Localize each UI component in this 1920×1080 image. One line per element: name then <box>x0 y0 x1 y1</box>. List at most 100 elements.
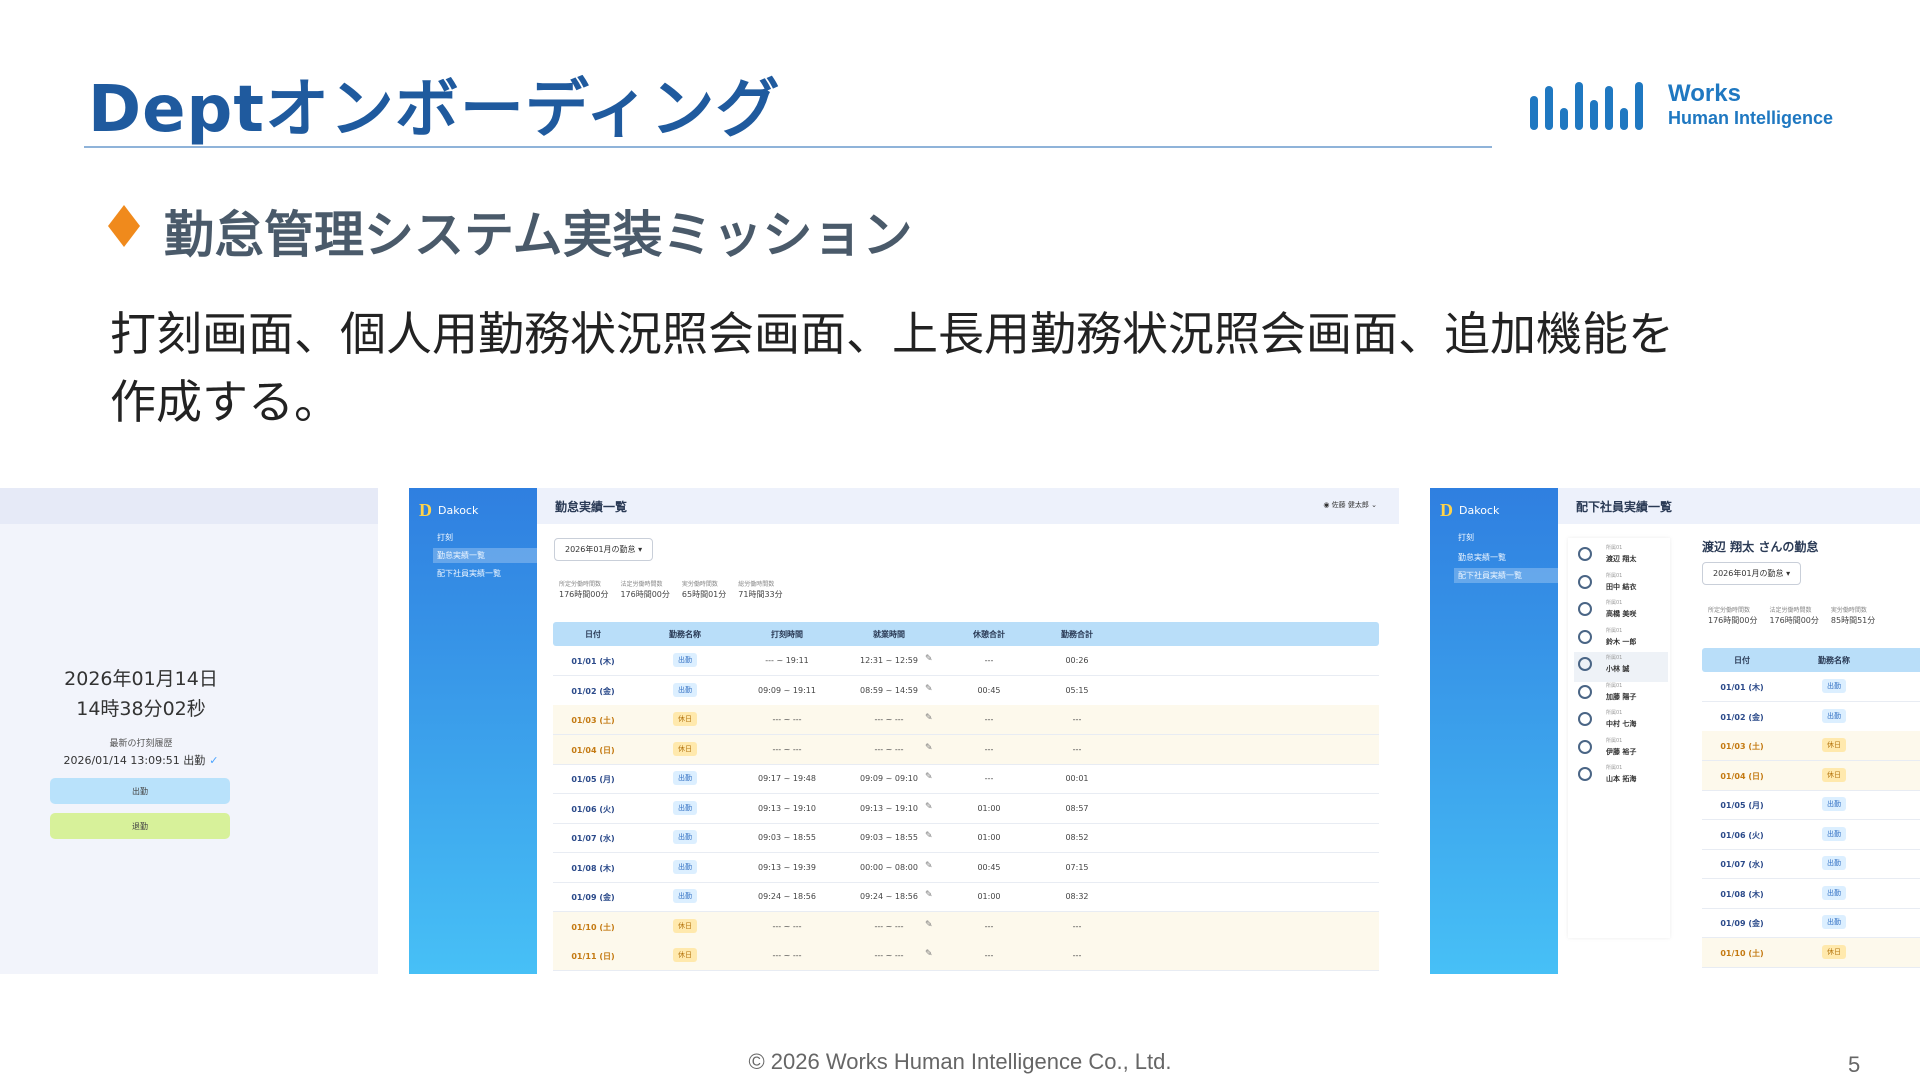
pencil-icon[interactable]: ✎ <box>925 802 933 812</box>
person-icon <box>1578 712 1592 726</box>
stat-value: 176時間00分 <box>620 590 670 599</box>
stat-item: 総労働時間数 71時間33分 <box>738 580 782 600</box>
employee-item[interactable]: 所属01 伊藤 裕子 <box>1574 735 1668 765</box>
work-total-cell: --- <box>1072 921 1082 931</box>
month-select[interactable]: 2026年01月の勤怠 ▾ <box>1702 562 1802 585</box>
month-select-value: 2026年01月の勤怠 <box>1713 569 1784 578</box>
table-row: 01/03 (土) 休日 --- ~ --- --- ~ --- ✎ --- --- <box>553 705 1379 735</box>
caret-down-icon: ▾ <box>638 545 643 554</box>
employee-list: 所属01 渡辺 翔太 所属01 田中 結衣 所属01 高橋 美咲 所属01 鈴木 一郎 所属01… <box>1568 538 1670 938</box>
pencil-icon[interactable]: ✎ <box>925 743 933 753</box>
stat-label: 総労働時間数 <box>738 581 775 588</box>
work-type-badge: 出勤 <box>1822 797 1846 811</box>
pencil-icon[interactable]: ✎ <box>925 713 933 723</box>
employee-name: 鈴木 一郎 <box>1606 637 1637 646</box>
break-total-cell: 01:00 <box>977 892 1001 901</box>
break-total-cell: --- <box>984 744 994 754</box>
punch-time-cell: --- ~ 19:11 <box>765 656 809 665</box>
employee-name: 山本 拓海 <box>1606 775 1637 783</box>
current-date: 2026年01月14日 <box>64 668 218 690</box>
work-time-cell: --- ~ --- <box>874 744 904 754</box>
nav-item-punch[interactable]: 打刻 <box>437 532 453 543</box>
table-row: 01/09 (金) 出勤 <box>1702 908 1920 938</box>
pencil-icon[interactable]: ✎ <box>925 949 933 959</box>
employee-dept: 所属01 <box>1606 710 1623 716</box>
employee-name: 伊藤 裕子 <box>1606 747 1637 756</box>
pencil-icon[interactable]: ✎ <box>925 890 933 900</box>
break-total-cell: 01:00 <box>977 803 1001 813</box>
work-type-badge: 出勤 <box>1822 885 1846 900</box>
description-line-1: 打刻画面、個人用勤務状況照会画面、上長用勤務状況照会画面、追加機能を <box>110 307 1674 361</box>
punch-time-cell: --- ~ --- <box>772 715 802 724</box>
nav-item-subordinates[interactable]: 配下社員実績一覧 <box>1454 568 1560 583</box>
pencil-icon[interactable]: ✎ <box>925 920 933 930</box>
work-type-badge: 出勤 <box>1822 708 1846 723</box>
caret-down-icon: ▾ <box>1786 569 1791 578</box>
nav-item-punch[interactable]: 打刻 <box>1458 532 1474 543</box>
employee-item[interactable]: 所属01 高橋 美咲 <box>1574 597 1668 627</box>
column-header: 勤務名称 <box>1818 656 1850 665</box>
table-row: 01/09 (金) 出勤 09:24 ~ 18:56 09:24 ~ 18:56 ✎ 01… <box>553 882 1379 912</box>
table-header: 日付 勤務名称 打刻時間 就業時間 休憩合計 勤務合計 <box>553 622 1379 646</box>
break-total-cell: --- <box>984 951 994 960</box>
pencil-icon[interactable]: ✎ <box>925 654 933 664</box>
work-total-cell: --- <box>1072 715 1082 724</box>
page-number: 5 <box>1848 1052 1861 1077</box>
nav-item-attendance[interactable]: 勤怠実績一覧 <box>1458 552 1506 563</box>
copyright: © 2026 Works Human Intelligence Co., Ltd… <box>748 1049 1172 1074</box>
work-time-cell: --- ~ --- <box>874 715 904 724</box>
punch-time-cell: --- ~ --- <box>772 951 802 960</box>
stat-label: 法定労働時間数 <box>1769 607 1812 614</box>
work-total-cell: 07:15 <box>1065 862 1089 872</box>
user-menu[interactable]: ◉ 佐藤 健太郎 ⌄ <box>1323 500 1377 510</box>
stat-label: 法定労働時間数 <box>620 581 663 588</box>
person-icon <box>1578 574 1592 589</box>
person-icon <box>1578 629 1592 644</box>
work-type-badge: 休日 <box>1822 738 1846 752</box>
employee-item[interactable]: 所属01 田中 結衣 <box>1574 570 1668 600</box>
pencil-icon[interactable]: ✎ <box>925 684 933 694</box>
logo-text-works: Works <box>1668 80 1741 107</box>
date-cell: 01/05 (月) <box>571 775 615 784</box>
month-select[interactable]: 2026年01月の勤怠 ▾ <box>554 538 654 561</box>
employee-item[interactable]: 所属01 加藤 陽子 <box>1574 680 1668 710</box>
topbar: 勤怠実績一覧 ◉ 佐藤 健太郎 ⌄ <box>537 488 1399 524</box>
work-type-badge: 出勤 <box>673 682 697 697</box>
column-header: 休憩合計 <box>973 630 1005 639</box>
pencil-icon[interactable]: ✎ <box>925 772 933 782</box>
employee-item[interactable]: 所属01 山本 拓海 <box>1574 762 1668 792</box>
table-row: 01/06 (火) 出勤 <box>1702 820 1920 850</box>
table-row: 01/06 (火) 出勤 09:13 ~ 19:10 09:13 ~ 19:10 ✎ 01… <box>553 794 1379 824</box>
table-header: 日付 勤務名称 <box>1702 648 1920 672</box>
pencil-icon[interactable]: ✎ <box>925 861 933 871</box>
employee-item[interactable]: 所属01 鈴木 一郎 <box>1574 625 1668 655</box>
stat-value: 71時間33分 <box>738 590 783 599</box>
nav-item-subordinates[interactable]: 配下社員実績一覧 <box>437 568 501 579</box>
history-value-text: 2026/01/14 13:09:51 出勤 <box>63 754 206 767</box>
stat-value: 176時間00分 <box>1769 616 1819 625</box>
date-cell: 01/03 (土) <box>1720 742 1764 751</box>
pencil-icon[interactable]: ✎ <box>925 831 933 841</box>
work-time-cell: 09:09 ~ 09:10 <box>860 774 918 783</box>
employee-item[interactable]: 所属01 中村 七海 <box>1574 707 1668 737</box>
employee-item[interactable]: 所属01 小林 誠 <box>1574 652 1668 682</box>
sidebar: D Dakock 打刻 勤怠実績一覧 配下社員実績一覧 <box>1430 488 1560 974</box>
employee-name: 高橋 美咲 <box>1606 610 1637 618</box>
punch-time-cell: --- ~ --- <box>772 921 802 931</box>
attendance-table: 日付 勤務名称 01/01 (木) 出勤 01/02 (金) 出勤 01/03 (土) 休日… <box>1702 648 1920 974</box>
punch-time-cell: 09:09 ~ 19:11 <box>758 685 816 695</box>
employee-name: 小林 誠 <box>1606 665 1630 673</box>
clock-in-button[interactable]: 出勤 <box>50 778 230 804</box>
work-total-cell: 00:26 <box>1065 656 1089 665</box>
work-type-badge: 出勤 <box>1822 826 1846 841</box>
employee-item[interactable]: 所属01 渡辺 翔太 <box>1574 542 1668 572</box>
person-icon <box>1578 684 1592 699</box>
nav-item-attendance[interactable]: 勤怠実績一覧 <box>433 548 539 563</box>
work-type-badge: 休日 <box>673 741 697 756</box>
date-cell: 01/02 (金) <box>1720 712 1764 722</box>
work-total-cell: 08:32 <box>1065 892 1089 901</box>
break-total-cell: --- <box>984 774 994 783</box>
person-icon <box>1578 547 1592 561</box>
work-time-cell: 09:03 ~ 18:55 <box>860 833 918 842</box>
clock-out-button[interactable]: 退勤 <box>50 813 230 839</box>
